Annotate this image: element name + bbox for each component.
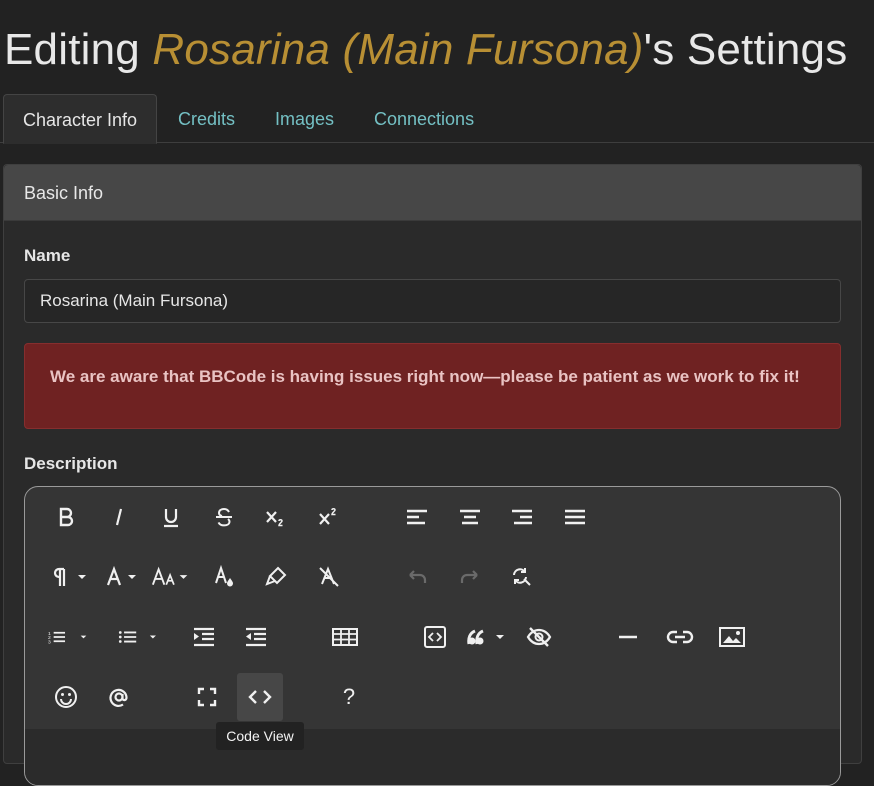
image-icon[interactable] <box>710 615 754 659</box>
unordered-list-icon[interactable] <box>118 615 162 659</box>
bbcode-alert: We are aware that BBCode is having issue… <box>24 343 841 429</box>
quote-icon[interactable] <box>466 615 510 659</box>
align-justify-icon[interactable] <box>553 495 597 539</box>
card-header: Basic Info <box>4 165 861 221</box>
help-label: ? <box>343 686 355 708</box>
embed-icon[interactable] <box>413 615 457 659</box>
horizontal-rule-icon[interactable] <box>606 615 650 659</box>
code-view-icon[interactable] <box>237 673 283 721</box>
undo-icon[interactable] <box>395 555 439 599</box>
spoiler-icon[interactable] <box>517 615 561 659</box>
editor-content-area[interactable] <box>25 729 841 786</box>
align-right-icon[interactable] <box>500 495 544 539</box>
ordered-list-icon[interactable]: 123 <box>48 615 92 659</box>
redo-icon[interactable] <box>448 555 492 599</box>
superscript-icon[interactable] <box>307 495 351 539</box>
svg-text:3: 3 <box>48 639 51 645</box>
link-icon[interactable] <box>658 615 702 659</box>
table-icon[interactable] <box>323 615 367 659</box>
align-center-icon[interactable] <box>448 495 492 539</box>
font-size-icon[interactable] <box>150 555 194 599</box>
text-color-icon[interactable] <box>202 555 246 599</box>
align-left-icon[interactable] <box>395 495 439 539</box>
tab-character-info[interactable]: Character Info <box>3 94 157 144</box>
page-title: Editing Rosarina (Main Fursona)'s Settin… <box>4 24 847 76</box>
bold-icon[interactable] <box>44 495 88 539</box>
character-name: Rosarina (Main Fursona) <box>152 25 643 74</box>
italic-icon[interactable] <box>97 495 141 539</box>
clear-format-icon[interactable] <box>307 555 351 599</box>
code-view-tooltip: Code View <box>216 722 304 750</box>
settings-tabs: Character Info Credits Images Connection… <box>0 94 874 143</box>
title-suffix: 's Settings <box>644 25 848 74</box>
title-prefix: Editing <box>4 25 152 74</box>
mention-icon[interactable] <box>97 675 141 719</box>
find-replace-icon[interactable] <box>500 555 544 599</box>
underline-icon[interactable] <box>149 495 193 539</box>
tab-credits[interactable]: Credits <box>178 94 235 143</box>
indent-icon[interactable] <box>182 615 226 659</box>
name-input[interactable] <box>24 279 841 323</box>
paragraph-format-icon[interactable] <box>48 555 92 599</box>
emoji-icon[interactable] <box>44 675 88 719</box>
highlight-icon[interactable] <box>254 555 298 599</box>
fullscreen-icon[interactable] <box>185 675 229 719</box>
subscript-icon[interactable] <box>254 495 298 539</box>
outdent-icon[interactable] <box>234 615 278 659</box>
font-family-icon[interactable] <box>100 555 144 599</box>
tab-images[interactable]: Images <box>275 94 334 143</box>
help-icon[interactable]: ? <box>327 675 371 719</box>
strikethrough-icon[interactable] <box>202 495 246 539</box>
description-label: Description <box>24 454 118 474</box>
name-label: Name <box>24 246 70 266</box>
tab-connections[interactable]: Connections <box>374 94 474 143</box>
